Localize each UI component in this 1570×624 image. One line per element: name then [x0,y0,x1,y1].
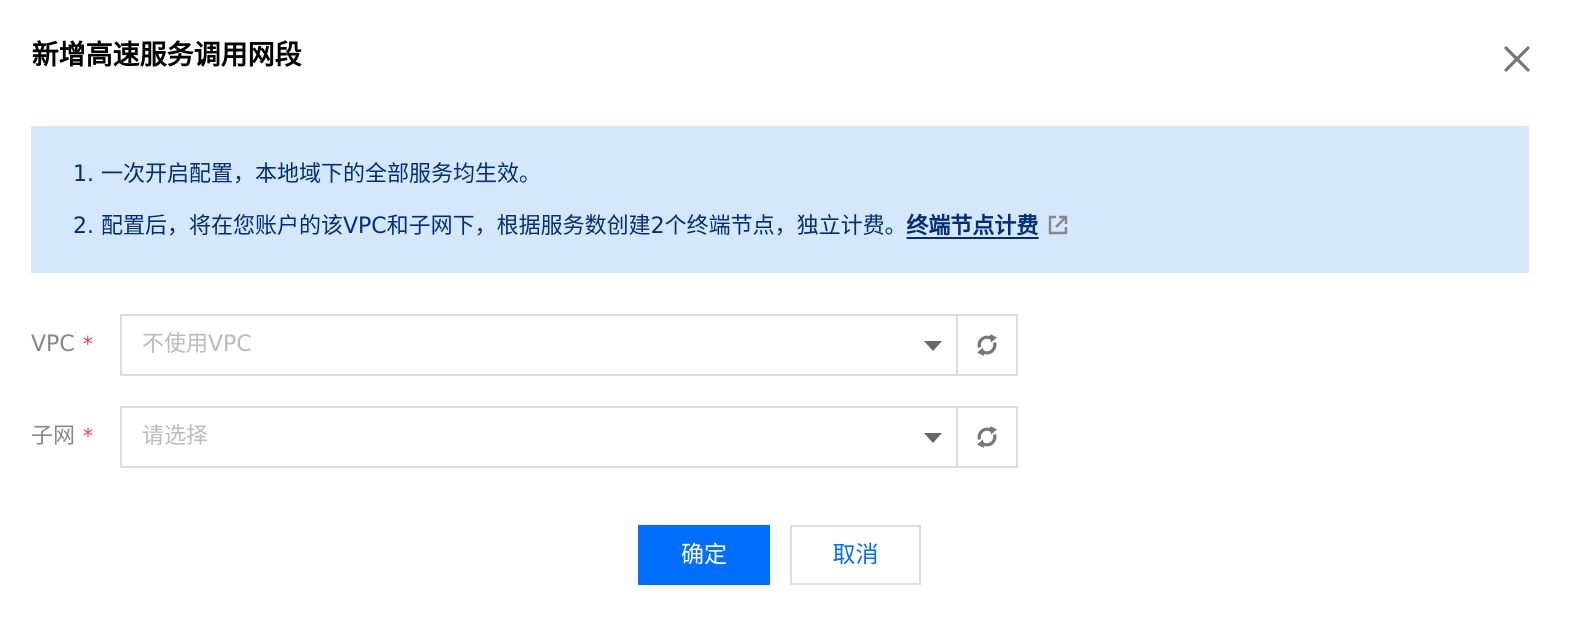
vpc-label: VPC * [31,328,93,361]
endpoint-billing-link[interactable]: 终端节点计费 [907,214,1039,239]
dialog-title: 新增高速服务调用网段 [32,40,302,71]
subnet-select[interactable]: 请选择 [120,406,960,468]
external-link-icon[interactable] [1047,214,1069,245]
refresh-icon [977,426,997,448]
vpc-select-value: 不使用VPC [142,332,252,357]
subnet-select-placeholder: 请选择 [142,424,209,449]
confirm-button[interactable]: 确定 [638,525,770,585]
dialog: 新增高速服务调用网段 1. 一次开启配置，本地域下的全部服务均生效。 2. 配置… [0,0,1570,624]
caret-down-icon [924,433,942,443]
caret-down-icon [924,341,942,351]
vpc-select[interactable]: 不使用VPC [120,314,960,376]
vpc-label-text: VPC [31,332,75,357]
notice-line-1: 1. 一次开启配置，本地域下的全部服务均生效。 [73,162,541,187]
required-mark: * [83,424,94,448]
required-mark: * [82,332,93,356]
subnet-refresh-button[interactable] [956,406,1018,468]
close-icon [1504,46,1530,72]
notice-line-2: 2. 配置后，将在您账户的该VPC和子网下，根据服务数创建2个终端节点，独立计费… [73,212,1069,245]
vpc-refresh-button[interactable] [956,314,1018,376]
subnet-label: 子网 * [31,420,93,453]
info-notice: 1. 一次开启配置，本地域下的全部服务均生效。 2. 配置后，将在您账户的该VP… [31,126,1529,273]
refresh-icon [977,334,997,356]
subnet-label-text: 子网 [31,424,76,449]
close-button[interactable] [1500,42,1534,76]
cancel-button[interactable]: 取消 [790,525,921,585]
notice-line-2-text: 2. 配置后，将在您账户的该VPC和子网下，根据服务数创建2个终端节点，独立计费… [73,214,907,239]
